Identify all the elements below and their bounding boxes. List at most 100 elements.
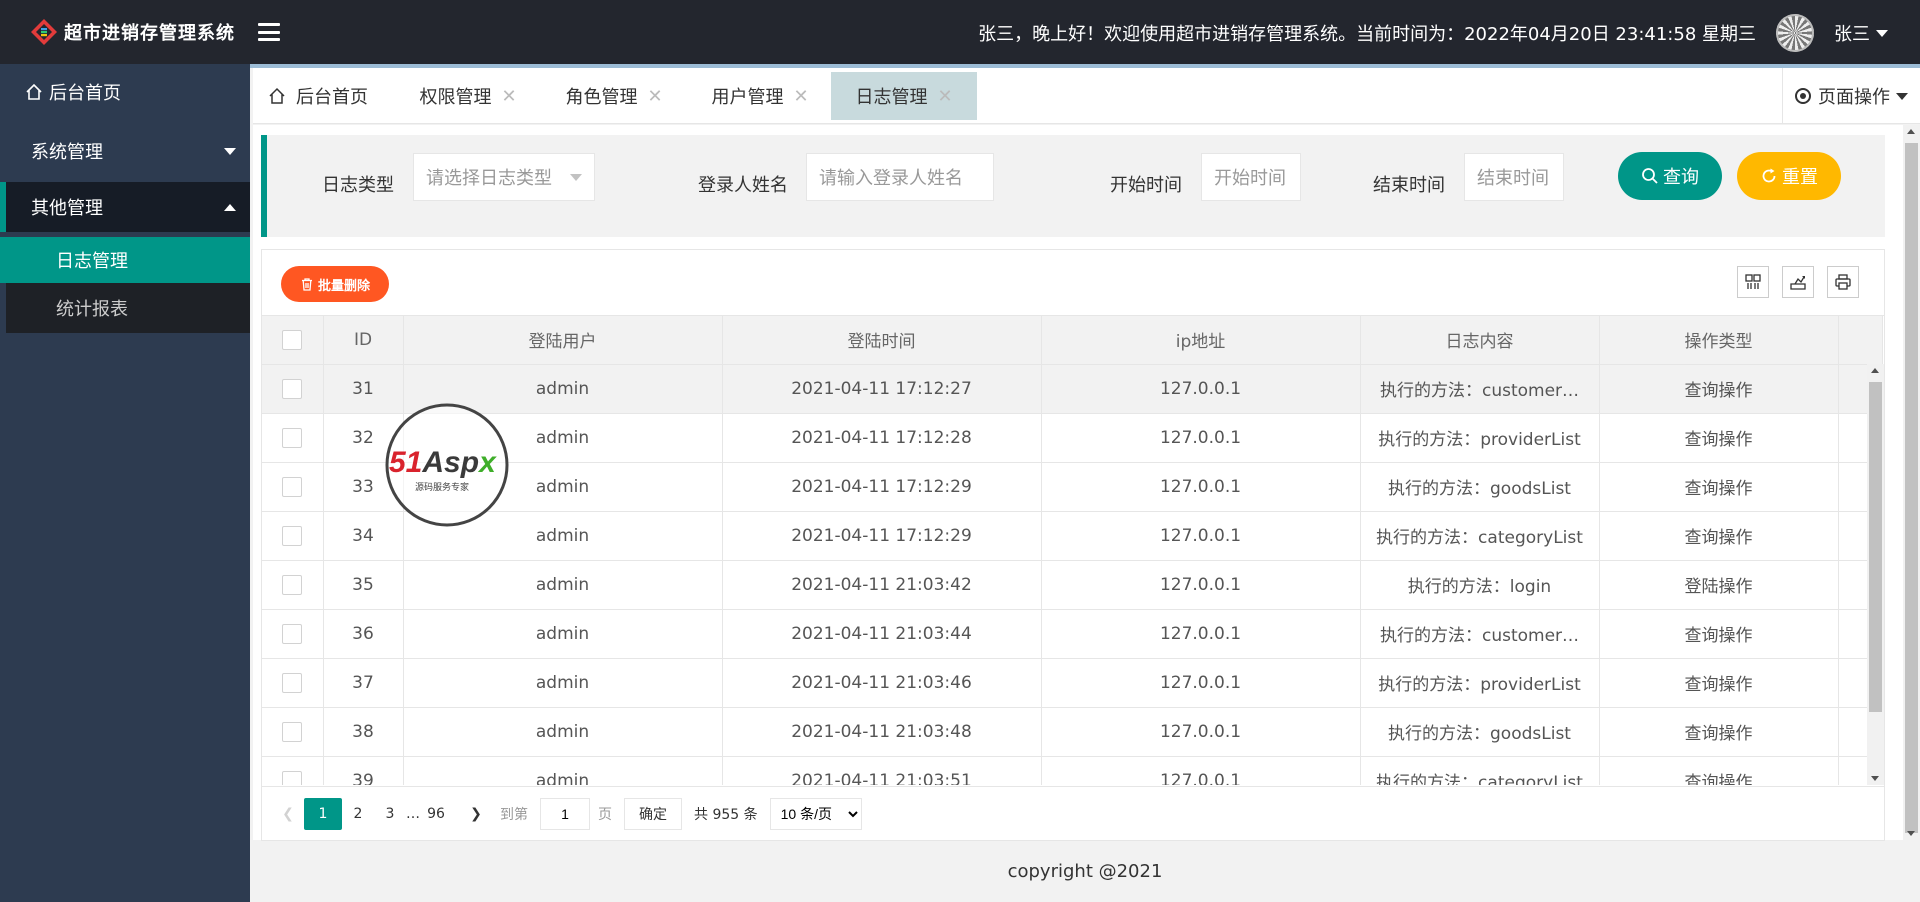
page-1[interactable]: 1 — [304, 798, 342, 830]
close-icon[interactable]: ✕ — [937, 86, 952, 107]
page-96[interactable]: 96 — [420, 798, 452, 830]
table-cell: admin — [403, 560, 723, 610]
end-time-input[interactable]: 结束时间 — [1464, 153, 1564, 201]
row-select-cell — [262, 560, 324, 610]
table-row[interactable]: 38 admin 2021-04-11 21:03:48 127.0.0.1 执行的方法… — [262, 707, 1882, 757]
column-header[interactable]: ip地址 — [1041, 316, 1361, 365]
column-header[interactable]: 日志内容 — [1360, 316, 1600, 365]
sidebar-item-home[interactable]: 后台首页 — [0, 72, 250, 112]
scroll-thumb[interactable] — [1869, 382, 1882, 712]
sidebar-item-label: 其他管理 — [31, 198, 103, 219]
row-checkbox[interactable] — [282, 476, 303, 497]
user-menu[interactable]: 张三 — [1834, 20, 1888, 46]
table-cell: 2021-04-11 17:12:29 — [722, 462, 1042, 512]
app-logo[interactable]: 超市进销存管理系统 — [30, 18, 235, 46]
tab-user[interactable]: 用户管理 ✕ — [705, 72, 815, 120]
page-operations-menu[interactable]: 页面操作 — [1782, 68, 1920, 124]
table-row[interactable]: 39 admin 2021-04-11 21:03:51 127.0.0.1 执行的方法… — [262, 756, 1882, 785]
log-type-select[interactable]: 请选择日志类型 — [413, 153, 595, 201]
table-cell: 36 — [323, 609, 404, 659]
tab-log[interactable]: 日志管理 ✕ — [831, 72, 977, 120]
page-3[interactable]: 3 — [374, 798, 406, 830]
query-label: 查询 — [1663, 167, 1699, 188]
close-icon[interactable]: ✕ — [501, 86, 516, 107]
table-cell: admin — [403, 658, 723, 708]
table-row[interactable]: 34 admin 2021-04-11 17:12:29 127.0.0.1 执行的方法… — [262, 511, 1882, 561]
reset-button[interactable]: 重置 — [1737, 152, 1841, 200]
columns-icon — [1745, 274, 1761, 289]
table-cell: 查询操作 — [1599, 511, 1839, 561]
scroll-thumb[interactable] — [1905, 143, 1918, 833]
column-filter-button[interactable] — [1737, 266, 1769, 298]
scroll-up-icon[interactable] — [1871, 368, 1879, 373]
table-row[interactable]: 37 admin 2021-04-11 21:03:46 127.0.0.1 执行的方法… — [262, 658, 1882, 708]
next-page-icon[interactable]: ❯ — [460, 798, 492, 830]
avatar[interactable] — [1776, 14, 1814, 52]
goto-page-input[interactable] — [540, 798, 590, 830]
close-icon[interactable]: ✕ — [793, 86, 808, 107]
caret-up-icon — [224, 203, 236, 211]
row-checkbox[interactable] — [282, 525, 303, 546]
table-cell: 2021-04-11 17:12:28 — [722, 413, 1042, 463]
prev-page-icon[interactable]: ❮ — [272, 798, 304, 830]
scroll-down-icon[interactable] — [1907, 831, 1915, 836]
tab-role[interactable]: 角色管理 ✕ — [559, 72, 669, 120]
print-button[interactable] — [1827, 266, 1859, 298]
page-size-select[interactable]: 10 条/页 — [769, 798, 862, 830]
table-cell: 查询操作 — [1599, 756, 1839, 785]
sidebar-item-system[interactable]: 系统管理 — [0, 126, 250, 176]
batch-delete-button[interactable]: 批量删除 — [281, 266, 389, 302]
row-checkbox[interactable] — [282, 623, 303, 644]
column-header[interactable]: 登陆用户 — [403, 316, 723, 365]
table-row[interactable]: 31 admin 2021-04-11 17:12:27 127.0.0.1 执行的方法… — [262, 364, 1882, 414]
scroll-down-icon[interactable] — [1871, 776, 1879, 781]
close-icon[interactable]: ✕ — [647, 86, 662, 107]
login-name-input[interactable]: 请输入登录人姓名 — [806, 153, 994, 201]
sidebar-item-label: 后台首页 — [49, 83, 121, 104]
start-time-input[interactable]: 开始时间 — [1201, 153, 1301, 201]
tab-permission[interactable]: 权限管理 ✕ — [413, 72, 523, 120]
sidebar-item-label: 统计报表 — [56, 299, 128, 320]
tab-home[interactable]: 后台首页 — [263, 72, 373, 120]
row-select-cell — [262, 658, 324, 708]
export-button[interactable] — [1782, 266, 1814, 298]
start-time-placeholder: 开始时间 — [1214, 168, 1286, 189]
total-count: 共 955 条 — [694, 807, 758, 823]
table-row[interactable]: 35 admin 2021-04-11 21:03:42 127.0.0.1 执行的方法… — [262, 560, 1882, 610]
page-ops-label: 页面操作 — [1818, 87, 1890, 108]
scroll-up-icon[interactable] — [1907, 129, 1915, 134]
column-header[interactable]: 操作类型 — [1599, 316, 1839, 365]
top-header: 超市进销存管理系统 张三，晚上好！欢迎使用超市进销存管理系统。当前时间为：202… — [0, 0, 1920, 64]
table-cell: 39 — [323, 756, 404, 785]
table-row[interactable]: 36 admin 2021-04-11 21:03:44 127.0.0.1 执行的方法… — [262, 609, 1882, 659]
table-scrollbar[interactable] — [1867, 364, 1884, 785]
row-checkbox[interactable] — [282, 770, 303, 785]
table-cell: admin — [403, 756, 723, 785]
search-form: 日志类型 请选择日志类型 登录人姓名 请输入登录人姓名 开始时间 开始时间 结束… — [261, 135, 1885, 237]
select-all-checkbox[interactable] — [282, 329, 303, 350]
row-checkbox[interactable] — [282, 427, 303, 448]
goto-confirm-button[interactable]: 确定 — [624, 798, 682, 830]
sidebar-item-other[interactable]: 其他管理 — [0, 182, 250, 232]
table-cell: 2021-04-11 21:03:44 — [722, 609, 1042, 659]
page-scrollbar[interactable] — [1903, 125, 1920, 840]
column-header[interactable]: 登陆时间 — [722, 316, 1042, 365]
table-row[interactable]: 32 admin 2021-04-11 17:12:28 127.0.0.1 执行的方法… — [262, 413, 1882, 463]
menu-toggle-icon[interactable] — [256, 19, 282, 45]
log-table: ID 登陆用户 登陆时间 ip地址 日志内容 操作类型 31 admin 2021-… — [262, 315, 1884, 785]
table-cell: 2021-04-11 21:03:51 — [722, 756, 1042, 785]
row-checkbox[interactable] — [282, 672, 303, 693]
table-cell: 2021-04-11 21:03:48 — [722, 707, 1042, 757]
column-header[interactable]: ID — [323, 316, 404, 365]
query-button[interactable]: 查询 — [1618, 152, 1722, 200]
table-toolbar: 批量删除 — [262, 250, 1884, 315]
row-checkbox[interactable] — [282, 378, 303, 399]
table-cell: 127.0.0.1 — [1041, 658, 1361, 708]
table-row[interactable]: 33 admin 2021-04-11 17:12:29 127.0.0.1 执行的方法… — [262, 462, 1882, 512]
sidebar-item-log[interactable]: 日志管理 — [0, 237, 250, 283]
page-2[interactable]: 2 — [342, 798, 374, 830]
table-cell: 执行的方法：categoryList — [1360, 511, 1600, 561]
sidebar-item-report[interactable]: 统计报表 — [0, 283, 250, 333]
row-checkbox[interactable] — [282, 574, 303, 595]
row-checkbox[interactable] — [282, 721, 303, 742]
